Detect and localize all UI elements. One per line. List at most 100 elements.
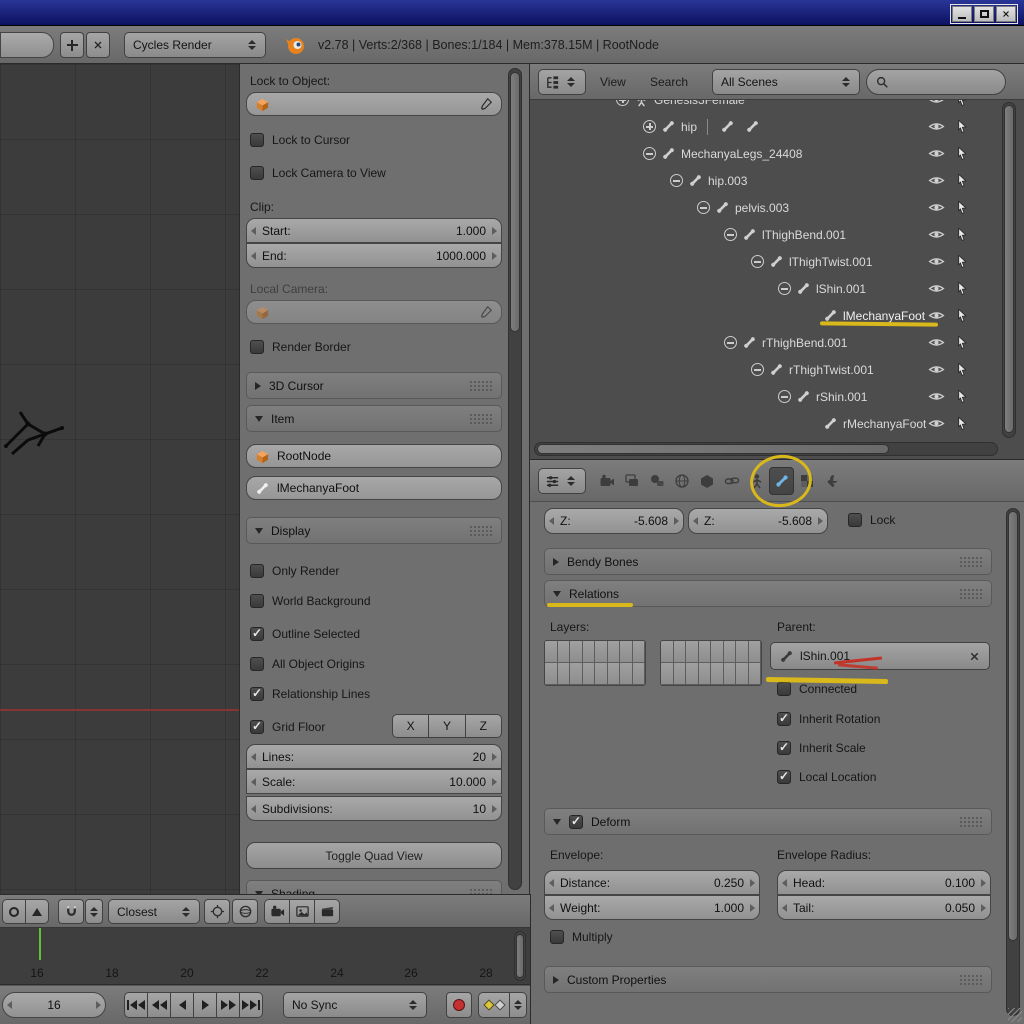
layer-cell[interactable] <box>582 663 595 685</box>
expand-plus-icon[interactable] <box>643 120 656 133</box>
selectable-pointer-icon[interactable] <box>955 119 970 134</box>
selectable-pointer-icon[interactable] <box>955 416 970 431</box>
current-frame-field[interactable]: 16 <box>2 992 106 1018</box>
connected-checkbox[interactable] <box>777 682 791 696</box>
panel-display[interactable]: Display <box>246 517 502 544</box>
visibility-eye-icon[interactable] <box>928 334 945 351</box>
only-render-checkbox[interactable] <box>250 564 264 578</box>
axis-y-button[interactable]: Y <box>428 714 466 738</box>
selectable-pointer-icon[interactable] <box>955 389 970 404</box>
parent-field[interactable]: lShin.001 <box>770 642 990 670</box>
outliner-row[interactable]: rThighTwist.001 <box>530 356 1000 383</box>
panel-grip-icon[interactable] <box>959 556 983 567</box>
selectable-pointer-icon[interactable] <box>955 308 970 323</box>
visibility-eye-icon[interactable] <box>928 118 945 135</box>
clip-start-field[interactable]: Start: 1.000 <box>246 218 502 243</box>
subdivisions-field[interactable]: Subdivisions: 10 <box>246 796 502 821</box>
outliner-row[interactable]: hip <box>530 113 1000 140</box>
collapse-minus-icon[interactable] <box>670 174 683 187</box>
relationship-lines-row[interactable]: Relationship Lines <box>250 686 370 701</box>
tab-bone[interactable] <box>769 467 794 495</box>
snap-target-button[interactable] <box>204 899 230 924</box>
window-resize-grip[interactable] <box>1008 1008 1022 1022</box>
layer-cell[interactable] <box>570 663 583 685</box>
layer-cell[interactable] <box>711 663 724 685</box>
panel-grip-icon[interactable] <box>469 888 493 895</box>
all-object-origins-row[interactable]: All Object Origins <box>250 657 365 671</box>
timeline-mini-scrollbar[interactable] <box>514 931 526 981</box>
lock-camera-checkbox[interactable] <box>250 166 264 180</box>
outliner-row[interactable]: rThighBend.001 <box>530 329 1000 356</box>
grid-floor-checkbox[interactable] <box>250 719 264 734</box>
tab-constraints[interactable] <box>719 467 744 495</box>
visibility-eye-icon[interactable] <box>928 226 945 243</box>
visibility-eye-icon[interactable] <box>928 361 945 378</box>
jump-to-start-button[interactable] <box>124 992 148 1018</box>
layer-cell[interactable] <box>661 663 674 685</box>
armature-object[interactable] <box>0 382 90 472</box>
layer-cell[interactable] <box>620 663 633 685</box>
remove-button[interactable] <box>86 32 110 58</box>
editor-type-button[interactable] <box>538 468 586 494</box>
outliner-search-field[interactable] <box>866 69 1006 95</box>
close-button[interactable] <box>996 6 1016 22</box>
selectable-pointer-icon[interactable] <box>955 335 970 350</box>
outliner-row[interactable]: rShin.001 <box>530 383 1000 410</box>
layer-cell[interactable] <box>748 641 761 663</box>
panel-grip-icon[interactable] <box>469 413 493 424</box>
outliner-row[interactable]: rMechanyaFoot <box>530 410 1000 437</box>
outliner-menu-search[interactable]: Search <box>650 64 688 100</box>
scrollbar-thumb[interactable] <box>516 934 524 978</box>
outliner-menu-view[interactable]: View <box>600 64 626 100</box>
panel-custom-properties[interactable]: Custom Properties <box>544 966 992 993</box>
render-engine-dropdown[interactable]: Cycles Render <box>124 32 266 58</box>
editor-type-button[interactable] <box>538 69 586 95</box>
collapse-minus-icon[interactable] <box>778 282 791 295</box>
envelope-head-field[interactable]: Head: 0.100 <box>777 870 991 895</box>
visibility-eye-icon[interactable] <box>928 145 945 162</box>
scrollbar-thumb[interactable] <box>1008 511 1018 941</box>
local-location-row[interactable]: Local Location <box>777 769 876 784</box>
selectable-pointer-icon[interactable] <box>955 173 970 188</box>
layer-cell[interactable] <box>723 663 736 685</box>
layer-cell[interactable] <box>736 663 749 685</box>
visibility-eye-icon[interactable] <box>928 307 945 324</box>
layer-cell[interactable] <box>595 663 608 685</box>
z-scale-field[interactable]: Z: -5.608 <box>688 508 828 534</box>
world-background-checkbox[interactable] <box>250 594 264 608</box>
envelope-weight-field[interactable]: Weight: 1.000 <box>544 895 760 920</box>
all-object-origins-checkbox[interactable] <box>250 657 264 671</box>
selectable-pointer-icon[interactable] <box>955 281 970 296</box>
tab-object[interactable] <box>694 467 719 495</box>
inherit-rotation-checkbox[interactable] <box>777 711 791 726</box>
layer-cell[interactable] <box>661 641 674 663</box>
tab-world[interactable] <box>669 467 694 495</box>
expand-plus-icon[interactable] <box>616 100 629 106</box>
panel-grip-icon[interactable] <box>959 974 983 985</box>
layer-cell[interactable] <box>632 641 645 663</box>
local-camera-field[interactable] <box>246 300 502 324</box>
tab-render-layers[interactable] <box>619 467 644 495</box>
layer-cell[interactable] <box>607 663 620 685</box>
prev-keyframe-button[interactable] <box>147 992 171 1018</box>
layer-cell[interactable] <box>698 663 711 685</box>
collapse-minus-icon[interactable] <box>643 147 656 160</box>
opengl-render-anim-button[interactable] <box>314 899 340 924</box>
lock-camera-row[interactable]: Lock Camera to View <box>250 166 386 180</box>
visibility-eye-icon[interactable] <box>928 415 945 432</box>
scrollbar-thumb[interactable] <box>537 444 889 454</box>
outliner-row[interactable]: Genesis3Female <box>530 100 1000 113</box>
visibility-eye-icon[interactable] <box>928 199 945 216</box>
properties-scrollbar[interactable] <box>1006 508 1020 1016</box>
keying-set-button[interactable] <box>478 992 510 1018</box>
proportional-falloff-button[interactable] <box>25 899 49 924</box>
world-background-row[interactable]: World Background <box>250 594 371 608</box>
deform-checkbox[interactable] <box>569 814 583 829</box>
eyedropper-icon[interactable] <box>479 97 493 111</box>
lock-to-object-field[interactable] <box>246 92 502 116</box>
snap-toggle-button[interactable] <box>58 899 84 924</box>
layer-cell[interactable] <box>570 641 583 663</box>
lock-checkbox[interactable] <box>848 513 862 527</box>
render-border-checkbox[interactable] <box>250 340 264 354</box>
collapse-minus-icon[interactable] <box>751 363 764 376</box>
